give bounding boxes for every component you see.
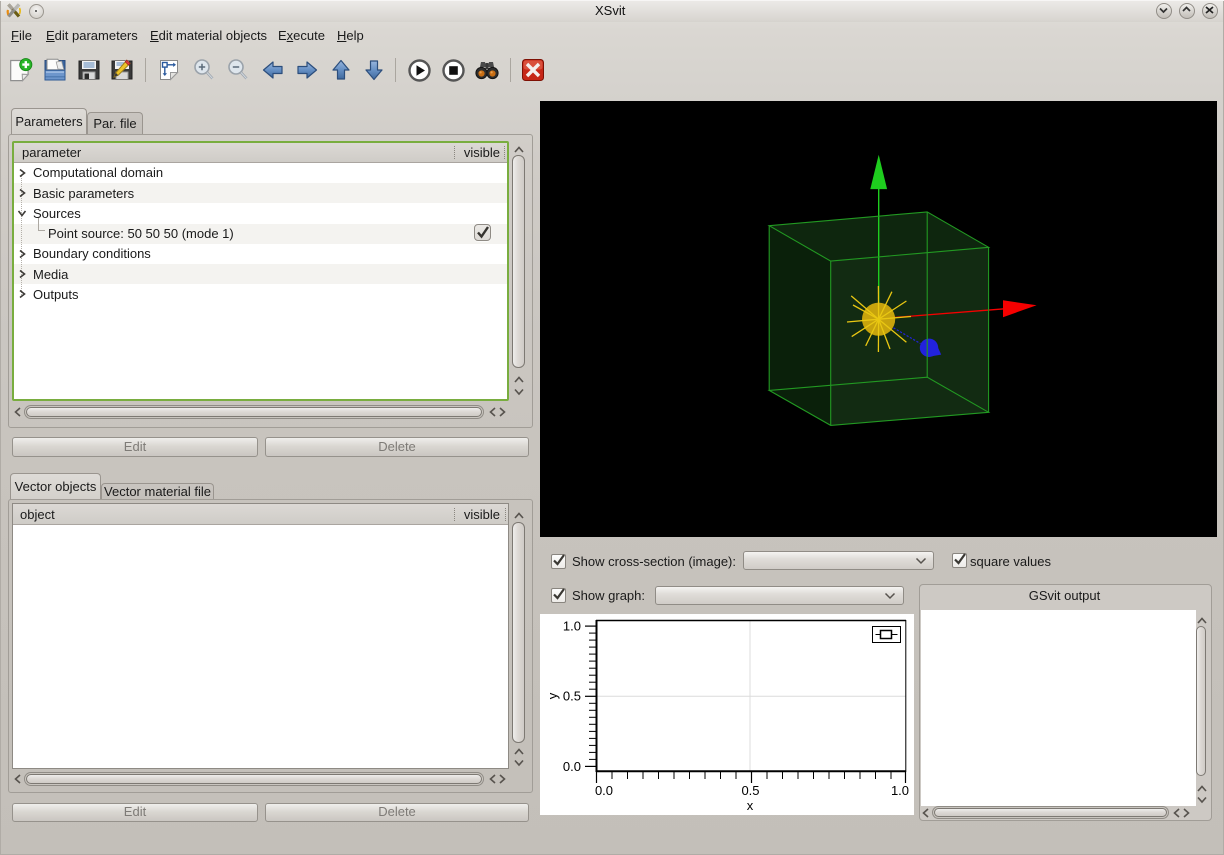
svg-text:1.0: 1.0: [563, 618, 581, 633]
svg-text:0.5: 0.5: [563, 689, 581, 704]
svg-text:1.0: 1.0: [891, 783, 909, 798]
svg-text:y: y: [545, 692, 560, 699]
svg-text:0.5: 0.5: [741, 783, 759, 798]
svg-text:0.0: 0.0: [563, 759, 581, 774]
svg-text:x: x: [747, 798, 754, 813]
svg-text:0.0: 0.0: [595, 783, 613, 798]
